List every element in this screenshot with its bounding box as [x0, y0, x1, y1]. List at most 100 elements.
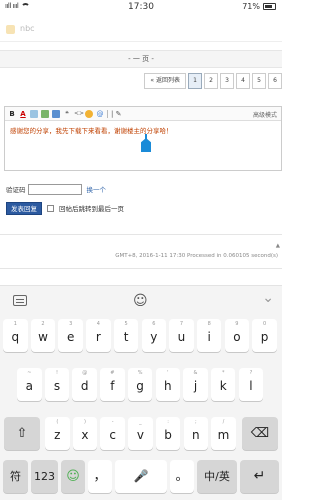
key-c[interactable]: -c — [100, 417, 125, 450]
enter-key[interactable]: ↵ — [240, 460, 279, 493]
key-e[interactable]: 3e — [58, 319, 83, 352]
symbol-key[interactable]: 符 — [3, 460, 28, 493]
key-j[interactable]: & j — [183, 368, 208, 401]
font-color-icon[interactable]: A — [19, 110, 27, 118]
key-m[interactable]: / m — [211, 417, 236, 450]
emoji-panel-icon[interactable]: ☺ — [133, 293, 148, 309]
key-label: u — [177, 330, 186, 344]
key-q[interactable]: 1q — [3, 319, 28, 352]
key-alt-label: 3 — [69, 321, 73, 327]
footer-mark: ▲ — [275, 243, 280, 249]
key-d[interactable]: @ d — [72, 368, 97, 401]
key-alt-label: 8 — [207, 321, 211, 327]
jump-last-page-checkbox[interactable] — [47, 204, 54, 212]
text-cursor-handle[interactable] — [141, 134, 151, 152]
link-icon[interactable] — [52, 109, 60, 118]
key-y[interactable]: 6y — [141, 319, 167, 352]
comma-key[interactable]: ， — [88, 460, 112, 493]
key-g[interactable]: % g — [127, 368, 153, 401]
key-f[interactable]: # f — [100, 368, 125, 401]
key-label: i — [207, 330, 211, 344]
key-o[interactable]: 9o — [224, 319, 250, 352]
bold-icon[interactable]: B — [8, 110, 16, 118]
key-r[interactable]: 4r — [86, 319, 111, 352]
key-label: w — [38, 330, 48, 344]
key-label: v — [136, 428, 144, 442]
key-label: f — [110, 379, 115, 393]
key-label: q — [11, 330, 20, 344]
key-l[interactable]: ? l — [238, 368, 264, 401]
refresh-code-link[interactable]: 换一个 — [87, 184, 107, 194]
advanced-mode-link[interactable]: 高级模式 — [253, 110, 277, 119]
number-key[interactable]: 123 — [31, 460, 58, 493]
header-text: nbc — [20, 24, 35, 33]
page-button-6[interactable]: 6 — [268, 73, 282, 89]
shift-key[interactable]: ⇧ — [4, 417, 40, 450]
key-alt-label: / — [222, 419, 225, 425]
key-alt-label: ) — [84, 419, 86, 425]
at-icon[interactable]: @ — [96, 110, 104, 118]
code-icon[interactable]: <> — [74, 110, 84, 118]
key-b[interactable]: :b — [155, 417, 181, 450]
key-label: e — [66, 330, 75, 344]
key-alt-label: ? — [249, 370, 253, 376]
page-button-4[interactable]: 4 — [236, 73, 250, 89]
keyboard-top-bar: ☺ ⌄ — [0, 286, 282, 316]
key-s[interactable]: ! s — [44, 368, 70, 401]
key-alt-label: % — [137, 370, 143, 376]
key-t[interactable]: 5t — [113, 319, 139, 352]
page-button-5[interactable]: 5 — [252, 73, 266, 89]
key-alt-label: 4 — [96, 321, 100, 327]
key-alt-label: ' — [167, 370, 169, 376]
key-z[interactable]: (z — [45, 417, 70, 450]
verify-label: 验证码 — [6, 186, 26, 194]
cursor-drop-icon[interactable] — [141, 138, 151, 152]
key-label: n — [191, 428, 200, 442]
keyboard-layout-icon[interactable] — [13, 295, 27, 306]
key-alt-label: & — [193, 370, 198, 376]
backspace-key[interactable]: ⌫ — [242, 417, 278, 450]
key-n[interactable]: ; n — [183, 417, 209, 450]
soft-keyboard: ☺ ⌄ 1q2w3e4r5t6y7u8i9o0p ~ a! s @ d # f% g ' h & j *… — [0, 285, 282, 500]
period-key[interactable]: 。 — [170, 460, 194, 493]
key-i[interactable]: 8i — [196, 319, 222, 352]
key-label: p — [260, 330, 269, 344]
key-label: d — [80, 379, 89, 393]
key-alt-label: 1 — [13, 321, 17, 327]
key-alt-label: @ — [82, 370, 88, 376]
key-v[interactable]: _ v — [128, 417, 153, 450]
toolbar-separator — [107, 109, 108, 118]
key-k[interactable]: * k — [210, 368, 236, 401]
keyboard-collapse-icon[interactable]: ⌄ — [262, 290, 274, 306]
back-to-list-button[interactable]: « 返回列表 — [144, 73, 186, 89]
key-h[interactable]: ' h — [155, 368, 181, 401]
attach-image-icon[interactable] — [41, 109, 49, 118]
emoji-key[interactable]: ☺ — [61, 460, 85, 493]
battery-percent: 71% — [242, 2, 260, 11]
checkbox-label: 回帖后跳转到最后一页 — [59, 205, 124, 213]
key-w[interactable]: 2w — [30, 319, 56, 352]
verify-input[interactable] — [27, 183, 82, 195]
page-selector[interactable]: - 一 页 - — [0, 50, 282, 68]
submit-reply-button[interactable]: 发表回复 — [6, 201, 42, 215]
key-alt-label: ~ — [27, 370, 32, 376]
key-label: j — [193, 379, 198, 393]
page-button-1[interactable]: 1 — [188, 73, 202, 89]
image-icon[interactable] — [30, 109, 38, 118]
smiley-icon[interactable] — [85, 109, 93, 118]
page-button-2[interactable]: 2 — [204, 73, 218, 89]
key-p[interactable]: 0p — [252, 319, 277, 352]
pagination: « 返回列表 1 2 3 4 5 6 — [144, 73, 282, 89]
key-u[interactable]: 7u — [169, 319, 194, 352]
key-a[interactable]: ~ a — [17, 368, 42, 401]
footer-text: GMT+8, 2016-1-11 17:30 Processed in 0.06… — [115, 253, 278, 259]
key-label: c — [109, 428, 116, 442]
language-switch-key[interactable]: 中/英 — [197, 460, 237, 493]
voice-key[interactable]: 🎤 — [115, 460, 167, 493]
more-tools-icon[interactable]: | ✎ — [111, 110, 121, 118]
key-x[interactable]: ) x — [72, 417, 98, 450]
page-button-3[interactable]: 3 — [220, 73, 234, 89]
key-alt-label: 5 — [124, 321, 128, 327]
key-alt-label: ! — [55, 370, 58, 376]
quote-icon[interactable]: ❝ — [63, 110, 71, 118]
